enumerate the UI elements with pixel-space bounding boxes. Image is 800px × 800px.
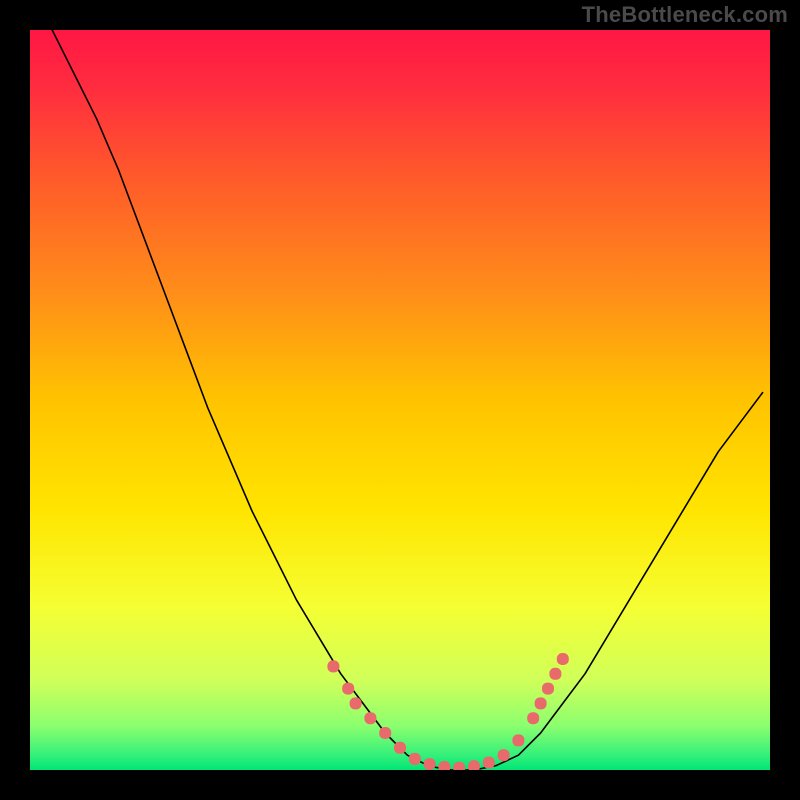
trough-marker: [364, 712, 376, 724]
chart-svg: [30, 30, 770, 770]
trough-marker: [527, 712, 539, 724]
trough-marker: [498, 749, 510, 761]
trough-marker: [342, 683, 354, 695]
trough-marker: [483, 757, 495, 769]
trough-marker: [394, 742, 406, 754]
gradient-background: [30, 30, 770, 770]
trough-marker: [327, 660, 339, 672]
trough-marker: [512, 734, 524, 746]
trough-marker: [542, 683, 554, 695]
trough-marker: [350, 697, 362, 709]
trough-marker: [424, 758, 436, 770]
chart-frame: TheBottleneck.com: [0, 0, 800, 800]
chart-plot-area: [30, 30, 770, 770]
brand-watermark: TheBottleneck.com: [582, 2, 788, 28]
trough-marker: [535, 697, 547, 709]
trough-marker: [409, 753, 421, 765]
trough-marker: [557, 653, 569, 665]
trough-marker: [379, 727, 391, 739]
trough-marker: [549, 668, 561, 680]
trough-marker: [468, 760, 480, 770]
